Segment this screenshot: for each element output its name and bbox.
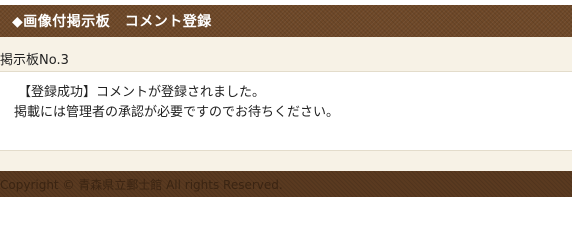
bottom-band [0, 150, 572, 171]
approval-notice: 掲載には管理者の承認が必要ですのでお待ちください。 [14, 105, 340, 120]
page-title: ◆画像付掲示板 コメント登録 [12, 14, 212, 30]
board-name: 掲示板No.3 [0, 53, 69, 68]
board-bar: 掲示板No.3 [0, 37, 572, 72]
success-message: 【登録成功】コメントが登録されました。 [18, 85, 266, 100]
page: ◆画像付掲示板 コメント登録 掲示板No.3 【登録成功】コメントが登録されまし… [0, 0, 572, 201]
page-header: ◆画像付掲示板 コメント登録 [0, 5, 572, 37]
copyright-text: Copyright © 青森県立郵士館 All rights Reserved. [0, 177, 283, 192]
page-footer: Copyright © 青森県立郵士館 All rights Reserved. [0, 171, 572, 197]
message-panel: 【登録成功】コメントが登録されました。 掲載には管理者の承認が必要ですのでお待ち… [0, 72, 572, 150]
